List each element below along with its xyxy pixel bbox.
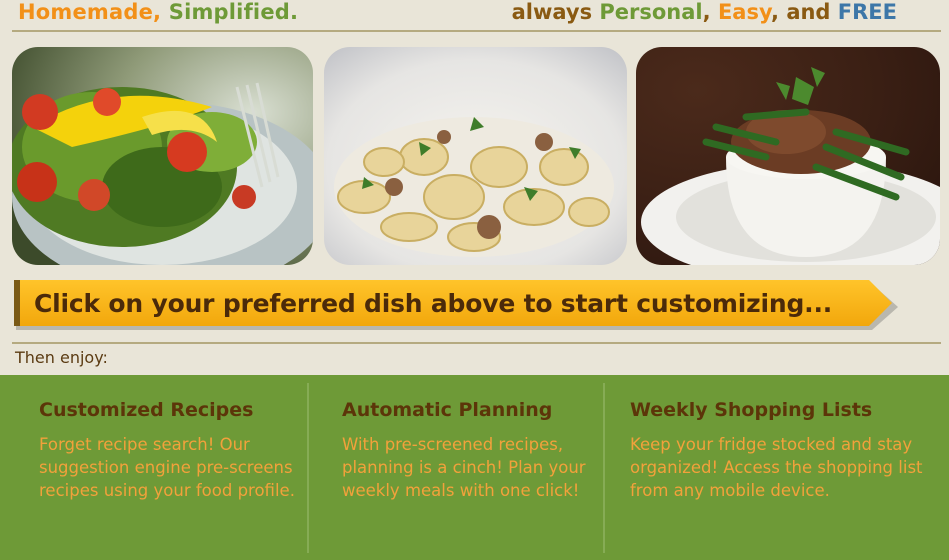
beef-rice-dish-image[interactable] xyxy=(636,47,940,265)
feature-automatic-planning: Automatic Planning With pre-screened rec… xyxy=(342,375,592,560)
mid-divider xyxy=(12,342,941,344)
feature-body: With pre-screened recipes, planning is a… xyxy=(342,435,586,500)
tagline-simplified: Simplified. xyxy=(168,0,299,24)
tagline-easy: Easy xyxy=(717,0,772,24)
pasta-dish-image[interactable] xyxy=(324,47,627,265)
features-panel: Customized Recipes Forget recipe search!… xyxy=(0,375,949,560)
tagline-comma-1: , xyxy=(702,0,711,24)
pasta-photo xyxy=(324,47,627,265)
salad-photo xyxy=(12,47,313,265)
tagline-left: Homemade, Simplified. xyxy=(18,0,298,24)
beef-rice-photo xyxy=(636,47,940,265)
feature-body: Keep your fridge stocked and stay organi… xyxy=(630,435,923,500)
header: Homemade, Simplified. always Personal, E… xyxy=(0,0,949,32)
feature-divider xyxy=(603,383,605,553)
feature-divider xyxy=(307,383,309,553)
feature-body: Forget recipe search! Our suggestion eng… xyxy=(39,435,295,500)
cta-text: Click on your preferred dish above to st… xyxy=(34,289,833,318)
cta-banner[interactable]: Click on your preferred dish above to st… xyxy=(14,280,898,330)
salad-dish-image[interactable] xyxy=(12,47,313,265)
feature-customized-recipes: Customized Recipes Forget recipe search!… xyxy=(39,375,301,560)
tagline-personal: Personal xyxy=(599,0,703,24)
feature-title: Automatic Planning xyxy=(342,399,553,421)
tagline-right: always Personal, Easy, and FREE xyxy=(512,0,897,24)
feature-title: Customized Recipes xyxy=(39,399,254,421)
tagline-free: FREE xyxy=(837,0,897,24)
tagline-comma-2: , xyxy=(771,0,779,24)
then-enjoy-label: Then enjoy: xyxy=(15,348,108,367)
feature-title: Weekly Shopping Lists xyxy=(630,399,873,421)
tagline-and: and xyxy=(786,0,831,24)
tagline-homemade: Homemade, xyxy=(18,0,162,24)
feature-weekly-shopping-lists: Weekly Shopping Lists Keep your fridge s… xyxy=(630,375,930,560)
top-divider xyxy=(12,30,941,32)
tagline-always: always xyxy=(511,0,593,24)
